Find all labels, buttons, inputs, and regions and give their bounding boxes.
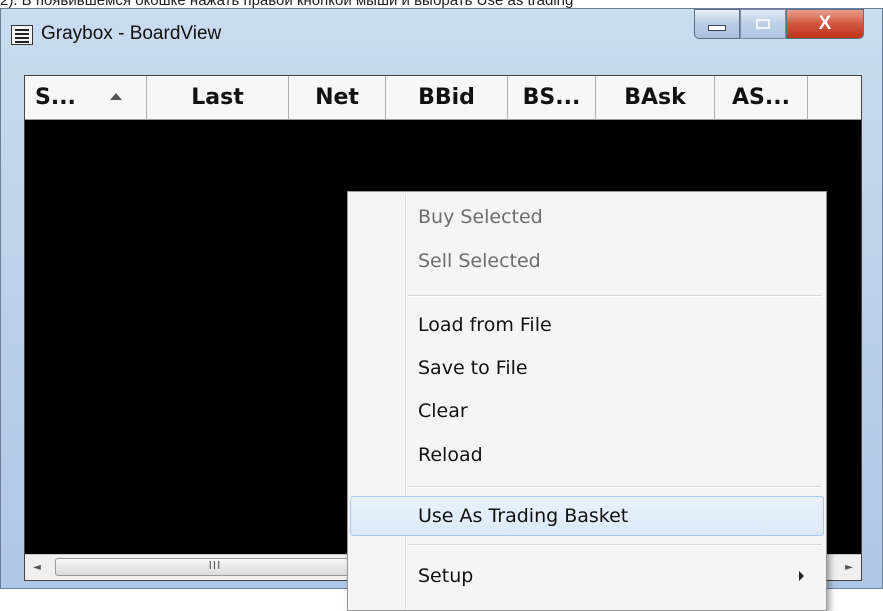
minimize-button[interactable] — [694, 9, 740, 39]
scrollbar-thumb[interactable]: III — [55, 558, 375, 576]
close-icon: X — [818, 13, 832, 34]
menu-item-use-as-trading-basket[interactable]: Use As Trading Basket — [350, 496, 824, 536]
menu-separator — [408, 486, 822, 488]
menu-item-label: Setup — [418, 565, 474, 587]
menu-item-reload[interactable]: Reload — [350, 435, 824, 475]
minimize-icon — [708, 25, 726, 31]
context-menu: Buy Selected Sell Selected Load from Fil… — [347, 191, 827, 611]
title-bar[interactable]: Graybox - BoardView X — [1, 9, 882, 61]
menu-item-setup[interactable]: Setup — [350, 556, 824, 596]
menu-item-label: Buy Selected — [418, 206, 543, 228]
column-header-label: Net — [315, 85, 359, 110]
menu-item-label: Save to File — [418, 357, 528, 379]
menu-item-label: Load from File — [418, 314, 552, 336]
menu-item-label: Sell Selected — [418, 250, 541, 272]
column-header-net[interactable]: Net — [289, 76, 386, 119]
scroll-right-button[interactable]: ► — [837, 555, 861, 580]
column-header-label: AS... — [732, 85, 790, 110]
column-header-bbid[interactable]: BBid — [386, 76, 508, 119]
menu-separator — [408, 295, 822, 297]
submenu-arrow-icon — [799, 571, 804, 581]
column-header-row: S... Last Net BBid BS... BAsk AS... — [25, 76, 861, 120]
column-header-label: BS... — [522, 85, 581, 110]
menu-item-clear[interactable]: Clear — [350, 391, 824, 431]
grip-icon: III — [208, 559, 222, 572]
column-header-label: BBid — [418, 85, 475, 110]
menu-item-load-from-file[interactable]: Load from File — [350, 305, 824, 345]
menu-item-label: Reload — [418, 444, 483, 466]
sort-ascending-icon — [110, 93, 122, 100]
column-header-label: Last — [191, 85, 244, 110]
column-header-last[interactable]: Last — [147, 76, 289, 119]
menu-item-label: Use As Trading Basket — [418, 505, 629, 527]
app-icon[interactable] — [11, 25, 33, 45]
column-header-bask[interactable]: BAsk — [596, 76, 715, 119]
menu-separator — [408, 544, 822, 546]
column-header-label: S... — [35, 85, 76, 110]
maximize-icon — [756, 19, 770, 29]
menu-item-label: Clear — [418, 400, 468, 422]
column-header-symbol[interactable]: S... — [25, 76, 147, 119]
column-header-label: BAsk — [624, 85, 686, 110]
maximize-button[interactable] — [740, 9, 786, 39]
arrow-left-icon: ◄ — [33, 562, 41, 573]
scroll-left-button[interactable]: ◄ — [25, 555, 49, 580]
arrow-right-icon: ► — [845, 562, 853, 573]
column-header-asize[interactable]: AS... — [715, 76, 808, 119]
menu-item-save-to-file[interactable]: Save to File — [350, 348, 824, 388]
close-button[interactable]: X — [786, 9, 864, 39]
window-title: Graybox - BoardView — [41, 23, 222, 44]
column-header-bsize[interactable]: BS... — [508, 76, 596, 119]
menu-item-sell-selected[interactable]: Sell Selected — [350, 241, 824, 281]
window-controls: X — [694, 9, 864, 39]
menu-item-buy-selected[interactable]: Buy Selected — [350, 197, 824, 237]
